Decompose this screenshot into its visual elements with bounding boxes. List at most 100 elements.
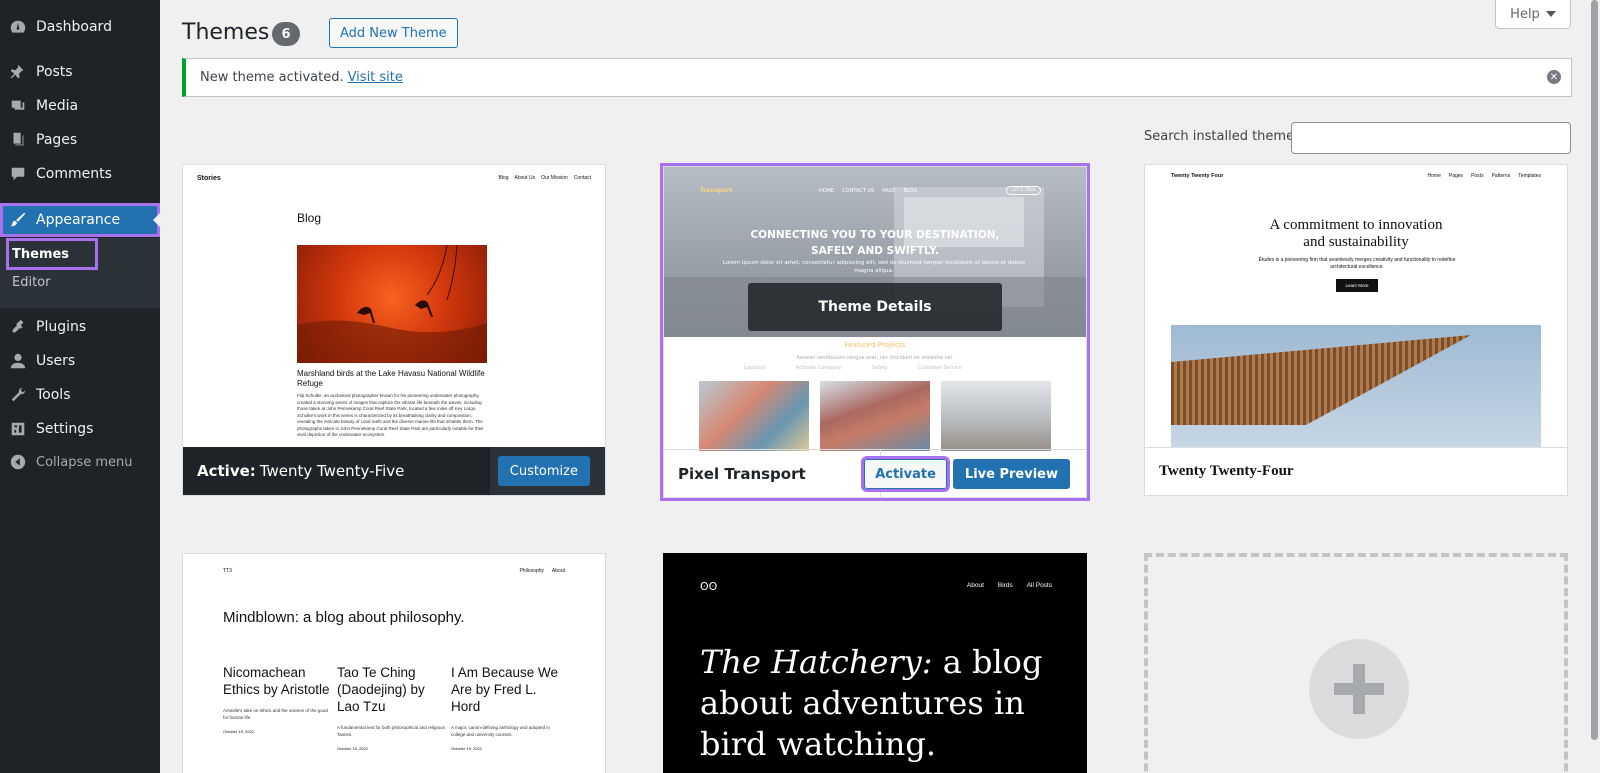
admin-sidebar: Dashboard Posts Media Pages Comments App… (0, 0, 160, 773)
preview-heading-line: A commitment to innovation (1269, 217, 1443, 233)
preview-nav-item: About (551, 568, 565, 574)
active-prefix: Active: (197, 462, 256, 480)
sidebar-item-settings[interactable]: Settings (0, 412, 160, 446)
theme-screenshot[interactable]: Transport HOME CONTACT US PAGE BLOG LET'… (664, 167, 1086, 451)
collapse-menu-button[interactable]: Collapse menu (0, 445, 160, 479)
sidebar-item-plugins[interactable]: Plugins (0, 310, 160, 344)
scrollbar-thumb[interactable] (1591, 0, 1598, 740)
preview-post-date: October 19, 2022 (223, 729, 254, 734)
preview-nav-item: Philosophy (519, 568, 544, 574)
preview-post-title: I Am Because We Are by Fred L. Hord (451, 665, 559, 714)
sidebar-item-appearance[interactable]: Appearance (0, 203, 160, 237)
preview-nav-item: Home (1427, 173, 1441, 179)
preview-nav-item: Contact (573, 175, 591, 181)
success-notice: New theme activated. Visit site ✕ (182, 58, 1572, 97)
live-preview-button[interactable]: Live Preview (952, 459, 1070, 489)
preview-nav-item: About (966, 582, 984, 589)
add-new-theme-button[interactable]: Add New Theme (329, 18, 458, 48)
sidebar-item-label: Tools (36, 387, 71, 403)
theme-name-bar: Active: Twenty Twenty-Five Customize (183, 447, 605, 495)
theme-card-twenty-twenty-five[interactable]: Stories Blog About Us Our Mission Contac… (182, 164, 606, 496)
sidebar-item-pages[interactable]: Pages (0, 123, 160, 157)
submenu-item-themes[interactable]: Themes (6, 238, 98, 270)
preview-nav-item: Birds (997, 582, 1013, 589)
preview-post-desc: A major, canon-defining anthology and ad… (451, 725, 550, 737)
theme-name-bar: Pixel Transport Activate Live Preview (664, 449, 1086, 497)
preview-hero-image (297, 244, 487, 363)
preview-body-text: Flip Schulke, an acclaimed photographer … (297, 393, 484, 437)
activate-button[interactable]: Activate (861, 456, 950, 492)
sidebar-item-label: Users (36, 353, 76, 369)
sidebar-item-dashboard[interactable]: Dashboard (0, 10, 160, 44)
theme-name: Twenty Twenty-Four (1159, 463, 1294, 479)
visit-site-link[interactable]: Visit site (348, 70, 403, 85)
theme-name: Pixel Transport (678, 464, 806, 483)
sidebar-item-label: Media (36, 98, 79, 114)
preview-nav-item: Posts (1471, 173, 1484, 179)
collapse-icon (0, 453, 36, 471)
preview-nav-item: All Posts (1026, 582, 1052, 589)
preview-nav: Blog About Us Our Mission Contact (498, 175, 591, 181)
sidebar-item-tools[interactable]: Tools (0, 378, 160, 412)
preview-nav-item: Pages (1448, 173, 1464, 179)
preview-heading-italic: The Hatchery: (700, 643, 933, 681)
collapse-label: Collapse menu (36, 454, 133, 470)
pages-icon (0, 131, 36, 149)
preview-post-title: Tao Te Ching (Daodejing) by Lao Tzu (337, 665, 425, 714)
preview-nav-item: Blog (498, 175, 509, 181)
preview-nav: Home Pages Posts Patterns Templates (1428, 173, 1541, 179)
theme-card-hatchery[interactable]: ʘʘ About Birds All Posts The Hatchery: a… (663, 553, 1087, 773)
help-label: Help (1510, 6, 1540, 22)
preview-site-title: Twenty Twenty Four (1171, 173, 1224, 179)
preview-heading: Blog (297, 211, 322, 225)
theme-screenshot[interactable]: ʘʘ About Birds All Posts The Hatchery: a… (664, 554, 1086, 773)
preview-post-desc: Aristotle's take on ethics and the scien… (223, 708, 328, 720)
add-new-theme-tile[interactable] (1144, 553, 1568, 773)
preview-heading-line: and sustainability (1303, 234, 1409, 250)
sidebar-item-comments[interactable]: Comments (0, 157, 160, 191)
media-icon (0, 97, 36, 115)
theme-card-twenty-twenty-four[interactable]: Twenty Twenty Four Home Pages Posts Patt… (1144, 164, 1568, 496)
preview-heading: Mindblown: a blog about philosophy. (223, 609, 465, 626)
dashboard-icon (0, 18, 36, 36)
sidebar-item-label: Pages (36, 132, 78, 148)
help-tab-button[interactable]: Help (1495, 0, 1571, 29)
page-title: Themes (182, 20, 270, 45)
plugin-icon (0, 318, 36, 336)
paintbrush-icon (0, 211, 36, 229)
dismiss-notice-icon[interactable]: ✕ (1547, 70, 1561, 84)
page-scrollbar[interactable] (1588, 0, 1600, 773)
search-label: Search installed themes (1144, 129, 1301, 144)
preview-architecture-image (1171, 325, 1541, 447)
sidebar-item-label: Plugins (36, 319, 87, 335)
wrench-icon (0, 386, 36, 404)
theme-screenshot[interactable]: TT3 Philosophy About Mindblown: a blog a… (183, 554, 605, 773)
preview-heading: A commitment to innovation and sustainab… (1145, 217, 1567, 251)
customize-button[interactable]: Customize (497, 456, 590, 486)
sidebar-item-label: Comments (36, 166, 112, 182)
notice-text: New theme activated. (200, 70, 344, 85)
preview-nav: Philosophy About (519, 568, 565, 574)
preview-roof-shape (1171, 335, 1471, 425)
sidebar-item-media[interactable]: Media (0, 89, 160, 123)
submenu-item-editor[interactable]: Editor (7, 271, 55, 294)
preview-heading: The Hatchery: a blog about adventures in… (700, 642, 1060, 765)
theme-card-pixel-transport[interactable]: Transport HOME CONTACT US PAGE BLOG LET'… (660, 163, 1090, 501)
preview-learn-more: Learn More (1336, 279, 1378, 292)
preview-nav-item: Templates (1518, 173, 1541, 179)
theme-screenshot[interactable]: Twenty Twenty Four Home Pages Posts Patt… (1145, 165, 1567, 449)
theme-name: Twenty Twenty-Five (259, 462, 405, 480)
theme-card-twenty-twenty-three[interactable]: TT3 Philosophy About Mindblown: a blog a… (182, 553, 606, 773)
sidebar-item-posts[interactable]: Posts (0, 55, 160, 89)
birds-silhouette (297, 244, 487, 363)
sidebar-item-users[interactable]: Users (0, 344, 160, 378)
settings-icon (0, 420, 36, 438)
appearance-submenu: Themes Editor (0, 238, 160, 308)
theme-details-button[interactable]: Theme Details (748, 283, 1002, 331)
chevron-down-icon (1545, 11, 1556, 17)
theme-screenshot[interactable]: Stories Blog About Us Our Mission Contac… (183, 165, 605, 449)
search-themes-input[interactable] (1291, 122, 1571, 154)
theme-name-bar: Twenty Twenty-Four (1145, 447, 1567, 495)
comment-icon (0, 165, 36, 183)
preview-post: Tao Te Ching (Daodejing) by Lao Tzu A fu… (337, 664, 445, 751)
